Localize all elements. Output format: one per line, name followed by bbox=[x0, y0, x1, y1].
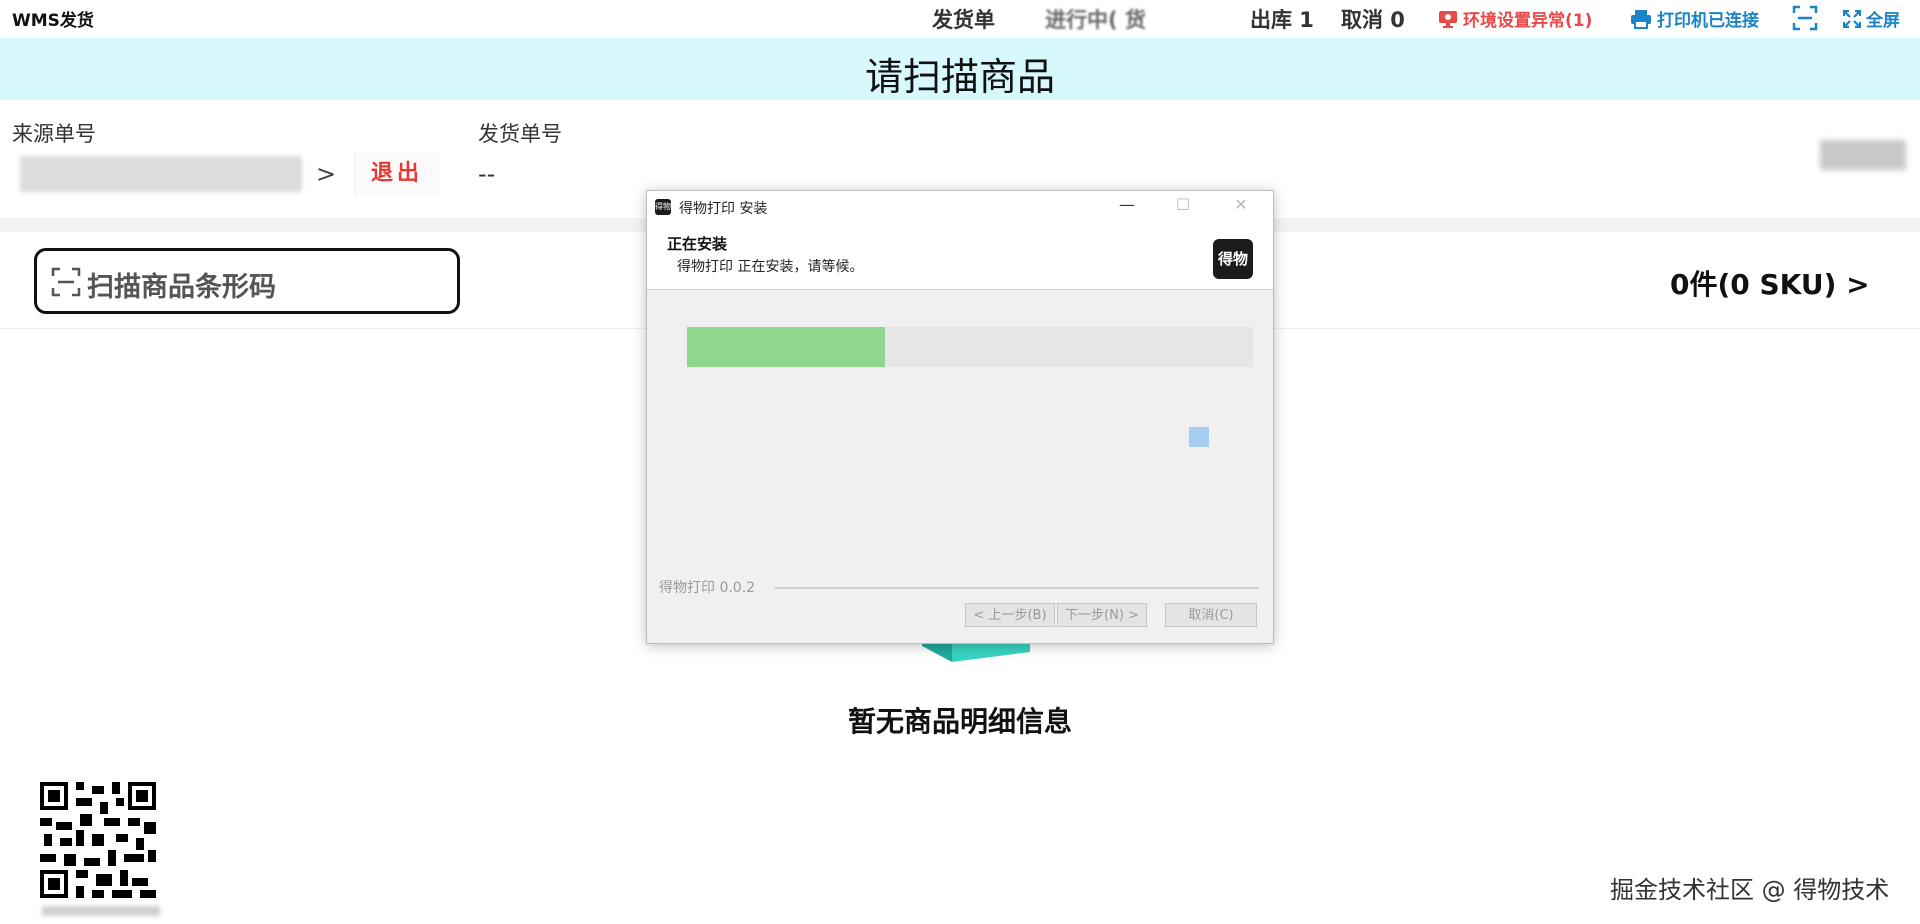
printer-status-button[interactable]: 打印机已连接 bbox=[1630, 6, 1759, 31]
brand-logo: 得物 bbox=[1213, 239, 1253, 279]
printer-status-label: 打印机已连接 bbox=[1657, 11, 1759, 31]
install-progress-bar bbox=[687, 327, 1253, 367]
env-status-button[interactable]: 环境设置异常(1) bbox=[1438, 6, 1592, 31]
item-count-link[interactable]: 0件(0 SKU) > bbox=[1670, 263, 1870, 303]
maximize-button[interactable]: ☐ bbox=[1173, 195, 1193, 214]
source-order-value-redacted bbox=[20, 156, 302, 192]
source-order-label: 来源单号 bbox=[12, 122, 96, 146]
top-bar: WMS发货 发货单 进行中( 货 出库 1 取消 0 环境设置异常(1) 打印机… bbox=[0, 0, 1920, 36]
monitor-alert-icon bbox=[1439, 10, 1457, 28]
back-button[interactable]: < 上一步(B) bbox=[965, 603, 1055, 627]
nav-outbound[interactable]: 出库 1 bbox=[1250, 4, 1314, 34]
installer-dialog: 得物 得物打印 安装 — ☐ ✕ 正在安装 得物打印 正在安装，请等候。 得物 … bbox=[646, 190, 1274, 644]
nav-cancel[interactable]: 取消 0 bbox=[1341, 4, 1405, 34]
fullscreen-icon bbox=[1843, 9, 1861, 28]
dialog-titlebar[interactable]: 得物 得物打印 安装 — ☐ ✕ bbox=[647, 191, 1273, 223]
source-order-arrow[interactable]: > bbox=[316, 160, 336, 188]
footer-divider bbox=[775, 587, 1259, 589]
app-title: WMS发货 bbox=[12, 11, 94, 31]
next-button[interactable]: 下一步(N) > bbox=[1057, 603, 1147, 627]
scan-prompt-text: 请扫描商品 bbox=[864, 55, 1055, 99]
fullscreen-button[interactable]: 全屏 bbox=[1843, 6, 1900, 31]
close-button[interactable]: ✕ bbox=[1231, 195, 1251, 214]
watermark: 掘金技术社区 @ 得物技术 bbox=[1610, 876, 1890, 904]
dialog-heading: 正在安装 bbox=[667, 235, 728, 253]
scan-icon[interactable] bbox=[1792, 5, 1818, 35]
app-icon: 得物 bbox=[655, 199, 671, 215]
redacted-area bbox=[1820, 140, 1906, 170]
scan-prompt-banner: 请扫描商品 bbox=[0, 38, 1920, 100]
ship-order-value: -- bbox=[478, 160, 496, 188]
status-indicator bbox=[1189, 427, 1209, 447]
barcode-scan-input[interactable]: 扫描商品条形码 bbox=[34, 248, 460, 314]
scan-icon bbox=[51, 267, 81, 297]
printer-icon bbox=[1631, 9, 1651, 29]
barcode-scan-placeholder: 扫描商品条形码 bbox=[87, 272, 276, 303]
nav-in-progress[interactable]: 进行中( 货 bbox=[1045, 4, 1146, 34]
dialog-header: 正在安装 得物打印 正在安装，请等候。 得物 bbox=[647, 223, 1273, 290]
empty-state-text: 暂无商品明细信息 bbox=[847, 705, 1072, 738]
minimize-button[interactable]: — bbox=[1117, 195, 1137, 214]
installer-version: 得物打印 0.0.2 bbox=[659, 580, 756, 596]
install-progress-fill bbox=[687, 327, 886, 367]
dialog-subtitle: 得物打印 正在安装，请等候。 bbox=[677, 259, 864, 275]
cancel-button[interactable]: 取消(C) bbox=[1165, 603, 1257, 627]
fullscreen-label: 全屏 bbox=[1866, 11, 1900, 31]
nav-ship-order[interactable]: 发货单 bbox=[932, 4, 995, 34]
dialog-title: 得物打印 安装 bbox=[679, 201, 768, 217]
qr-caption-redacted bbox=[42, 906, 160, 916]
exit-button[interactable]: 退出 bbox=[354, 152, 439, 196]
ship-order-label: 发货单号 bbox=[478, 122, 562, 146]
qr-code bbox=[40, 782, 156, 898]
env-status-label: 环境设置异常(1) bbox=[1463, 11, 1593, 31]
